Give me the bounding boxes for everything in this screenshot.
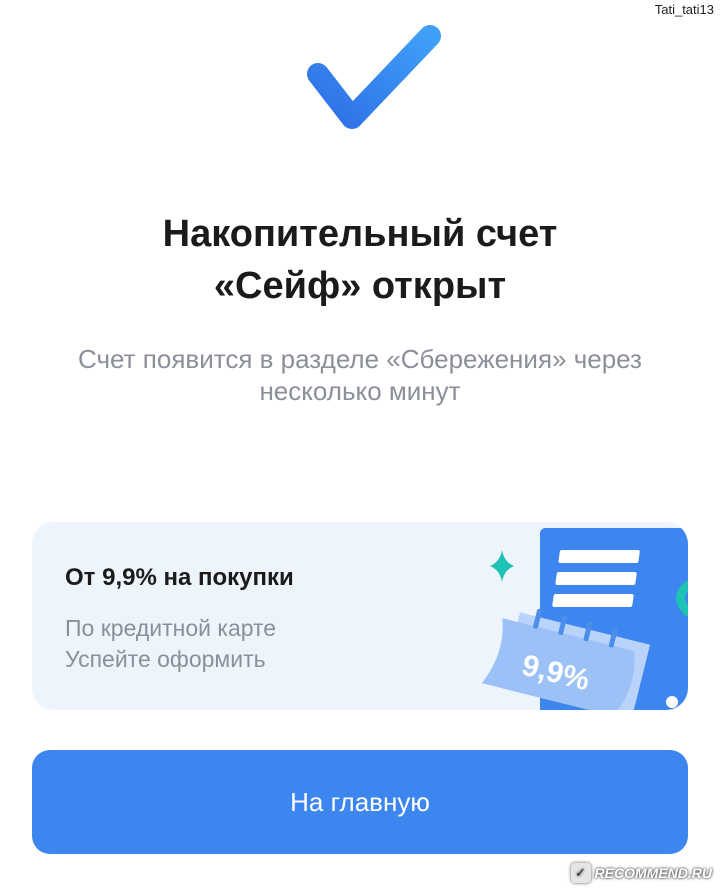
page-subtitle: Счет появится в разделе «Сбережения» чер…	[0, 343, 720, 407]
credit-card-promo-banner[interactable]: От 9,9% на покупки По кредитной карте Ус…	[32, 522, 688, 710]
check-icon	[307, 25, 441, 129]
username-watermark: Tati_tati13	[654, 2, 714, 17]
site-watermark: ✓ RECOMMEND.RU	[570, 863, 712, 883]
promo-illustration: 9,9%	[481, 528, 688, 710]
sparkle-icon	[490, 550, 514, 582]
site-watermark-text: RECOMMEND.RU	[594, 865, 712, 881]
title-line: «Сейф» открыт	[213, 265, 507, 307]
promo-title: От 9,9% на покупки	[65, 564, 294, 591]
promo-description: По кредитной карте	[65, 615, 277, 641]
promo-call-to-action: Успейте оформить	[65, 646, 266, 672]
subtitle-line: Счет появится в разделе «Сбережения» чер…	[78, 344, 642, 374]
page-title: Накопительный счет «Сейф» открыт	[0, 208, 720, 312]
go-home-button[interactable]: На главную	[32, 750, 688, 854]
title-line: Накопительный счет	[162, 213, 558, 255]
subtitle-line: несколько минут	[259, 376, 461, 406]
recommend-logo-icon: ✓	[570, 863, 591, 883]
